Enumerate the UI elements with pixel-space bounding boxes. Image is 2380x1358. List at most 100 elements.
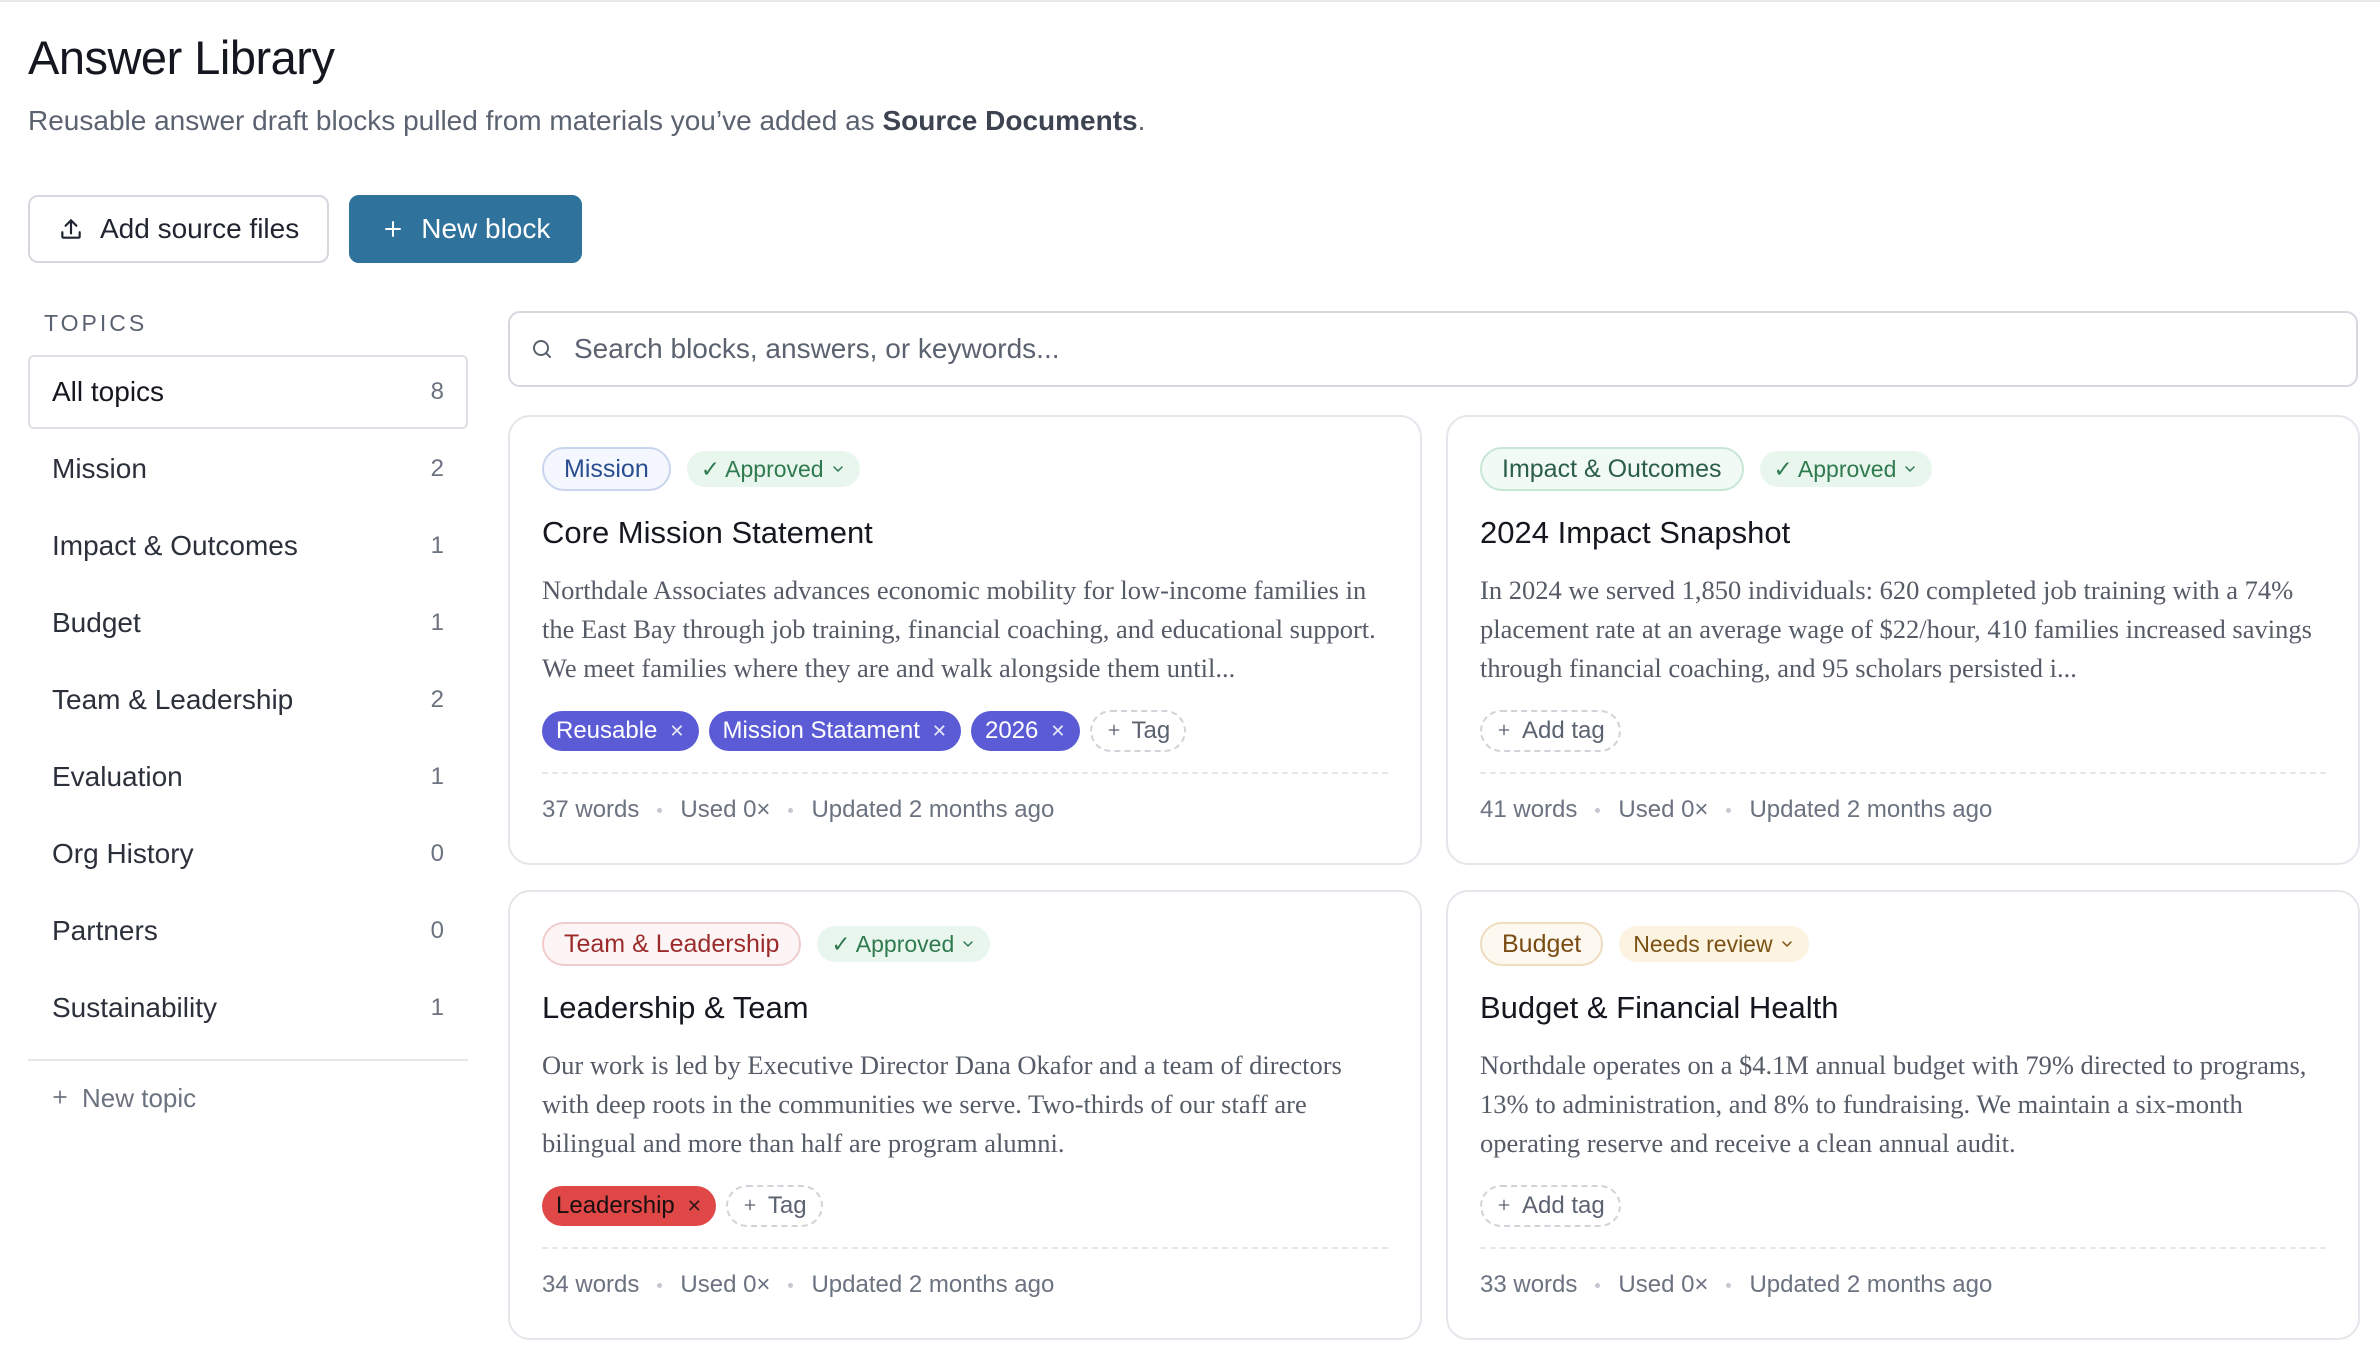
topic-label: Sustainability — [52, 992, 217, 1023]
sidebar-item-mission[interactable]: Mission 2 — [28, 432, 468, 506]
answer-block-card[interactable]: Budget Needs review Budget & Financial H… — [1446, 890, 2360, 1340]
page-header: Answer Library Reusable answer draft blo… — [28, 30, 1145, 137]
add-source-files-button[interactable]: Add source files — [28, 195, 330, 263]
card-title: Leadership & Team — [542, 990, 809, 1025]
upload-icon — [58, 216, 84, 242]
topic-count: 0 — [430, 840, 444, 867]
plus-icon — [1106, 717, 1122, 745]
topics-sidebar: TOPICS All topics 8 Mission 2 Impact & Out… — [28, 310, 468, 1114]
card-title: 2024 Impact Snapshot — [1480, 515, 1791, 550]
updated-time: Updated 2 months ago — [811, 1271, 1055, 1298]
new-topic-label: New topic — [82, 1083, 197, 1113]
topic-label: Mission — [52, 453, 147, 484]
tag-label: Mission Statament — [722, 717, 920, 744]
remove-tag-icon[interactable]: ✕ — [932, 721, 947, 742]
tag-list: Reusable ✕ Mission Statament ✕ 2026 ✕ Tag — [542, 710, 1388, 752]
usage-count: Used 0× — [1618, 796, 1709, 823]
topic-count: 8 — [430, 378, 444, 405]
topic-count: 2 — [430, 455, 444, 482]
sidebar-item-partners[interactable]: Partners 0 — [28, 894, 468, 968]
source-documents-link[interactable]: Source Documents — [882, 105, 1137, 136]
topic-count: 1 — [430, 994, 444, 1021]
usage-count: Used 0× — [680, 796, 771, 823]
card-meta: 41 words Used 0× Updated 2 months ago — [1480, 796, 2326, 824]
card-meta: 34 words Used 0× Updated 2 months ago — [542, 1271, 1388, 1299]
sidebar-item-all-topics[interactable]: All topics 8 — [28, 355, 468, 429]
card-body: Our work is led by Executive Director Da… — [542, 1050, 1342, 1158]
sidebar-item-impact-outcomes[interactable]: Impact & Outcomes 1 — [28, 509, 468, 583]
add-tag-label: Tag — [1131, 717, 1171, 744]
add-tag-label: Add tag — [1522, 1192, 1605, 1219]
meta-separator — [1726, 807, 1732, 813]
new-block-button[interactable]: New block — [349, 195, 583, 263]
topic-badge: Mission — [542, 447, 671, 491]
status-dropdown[interactable]: ✓ Approved — [686, 451, 860, 487]
card-divider — [1480, 772, 2326, 774]
card-divider — [542, 1247, 1388, 1249]
tag-list: Add tag — [1480, 1185, 2326, 1227]
topic-count: 1 — [430, 532, 444, 559]
remove-tag-icon[interactable]: ✕ — [687, 1196, 702, 1217]
status-dropdown[interactable]: ✓ Approved — [817, 926, 991, 962]
chevron-down-icon — [1779, 931, 1795, 958]
card-body: Northdale operates on a $4.1M annual bud… — [1480, 1050, 2307, 1158]
topic-count: 0 — [430, 917, 444, 944]
add-source-files-label: Add source files — [100, 213, 300, 244]
status-label: ✓ Approved — [831, 930, 955, 957]
answer-block-card[interactable]: Team & Leadership ✓ Approved Leadership … — [508, 890, 1422, 1340]
tag-chip: Leadership ✕ — [542, 1186, 716, 1226]
plus-icon — [1496, 717, 1512, 745]
topic-badge: Impact & Outcomes — [1480, 447, 1744, 491]
word-count: 34 words — [542, 1271, 640, 1298]
sidebar-item-evaluation[interactable]: Evaluation 1 — [28, 740, 468, 814]
tag-chip: Mission Statament ✕ — [708, 711, 962, 751]
topic-label: Budget — [52, 607, 141, 638]
card-badges: Budget Needs review — [1480, 922, 2326, 966]
card-badges: Impact & Outcomes ✓ Approved — [1480, 447, 2326, 491]
topic-count: 1 — [430, 763, 444, 790]
updated-time: Updated 2 months ago — [1749, 1271, 1993, 1298]
topic-badge: Team & Leadership — [542, 922, 802, 966]
answer-block-card[interactable]: Mission ✓ Approved Core Mission Statemen… — [508, 415, 1422, 865]
topic-label: All topics — [52, 376, 165, 407]
action-bar: Add source files New block — [28, 195, 583, 263]
topic-label: Team & Leadership — [52, 684, 294, 715]
status-dropdown[interactable]: Needs review — [1619, 926, 1809, 962]
page-title: Answer Library — [28, 31, 335, 84]
sidebar-item-team-leadership[interactable]: Team & Leadership 2 — [28, 663, 468, 737]
updated-time: Updated 2 months ago — [1749, 796, 1993, 823]
tag-list: Leadership ✕ Tag — [542, 1185, 1388, 1227]
card-meta: 37 words Used 0× Updated 2 months ago — [542, 796, 1388, 824]
updated-time: Updated 2 months ago — [811, 796, 1055, 823]
sidebar-item-sustainability[interactable]: Sustainability 1 — [28, 971, 468, 1045]
status-dropdown[interactable]: ✓ Approved — [1759, 451, 1933, 487]
tag-label: 2026 — [985, 717, 1039, 744]
add-tag-button[interactable]: Tag — [725, 1185, 823, 1227]
search-icon — [530, 337, 554, 361]
topic-label: Org History — [52, 838, 194, 869]
subtitle-period: . — [1137, 105, 1146, 136]
chevron-down-icon — [960, 931, 976, 958]
remove-tag-icon[interactable]: ✕ — [669, 721, 684, 742]
remove-tag-icon[interactable]: ✕ — [1050, 721, 1065, 742]
card-divider — [542, 772, 1388, 774]
search-input[interactable] — [574, 333, 2274, 365]
top-border — [0, 0, 2380, 2]
add-tag-button[interactable]: Tag — [1089, 710, 1187, 752]
answer-block-card[interactable]: Impact & Outcomes ✓ Approved 2024 Impact… — [1446, 415, 2360, 865]
sidebar-item-org-history[interactable]: Org History 0 — [28, 817, 468, 891]
card-title: Core Mission Statement — [542, 515, 873, 550]
topic-count: 1 — [430, 609, 444, 636]
card-badges: Mission ✓ Approved — [542, 447, 1388, 491]
add-tag-button[interactable]: Add tag — [1480, 1185, 1621, 1227]
subtitle-text: Reusable answer draft blocks pulled from… — [28, 105, 875, 136]
status-label: ✓ Approved — [1773, 455, 1897, 482]
new-topic-button[interactable]: New topic — [50, 1083, 468, 1114]
sidebar-item-budget[interactable]: Budget 1 — [28, 586, 468, 660]
status-label: ✓ Approved — [700, 455, 824, 482]
add-tag-button[interactable]: Add tag — [1480, 710, 1621, 752]
tag-list: Add tag — [1480, 710, 2326, 752]
add-tag-label: Add tag — [1522, 717, 1605, 744]
usage-count: Used 0× — [1618, 1271, 1709, 1298]
word-count: 33 words — [1480, 1271, 1578, 1298]
